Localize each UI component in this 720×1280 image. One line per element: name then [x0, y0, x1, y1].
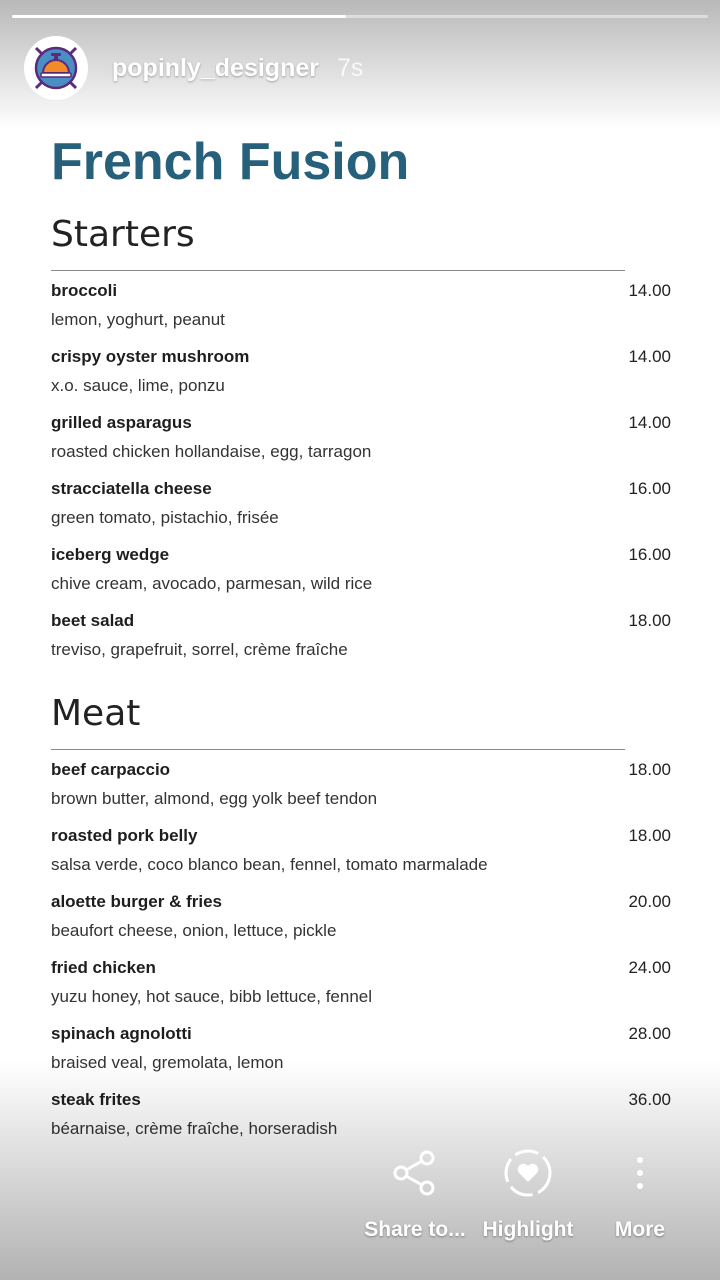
item-name: steak frites	[51, 1090, 141, 1109]
item-name: beef carpaccio	[51, 760, 171, 779]
item-description: beaufort cheese, onion, lettuce, pickle	[51, 921, 337, 940]
item-name: aloette burger & fries	[51, 892, 222, 911]
menu-item: crispy oyster mushroom 14.00 x.o. sauce, l…	[51, 337, 671, 403]
menu-title: French Fusion	[51, 133, 410, 191]
highlight-label: Highlight	[482, 1218, 574, 1241]
story-timestamp: 7s	[336, 53, 364, 82]
item-name: crispy oyster mushroom	[51, 347, 250, 366]
item-price: 18.00	[628, 611, 671, 630]
item-name: broccoli	[51, 281, 118, 300]
item-description: chive cream, avocado, parmesan, wild ric…	[51, 574, 373, 593]
item-description: salsa verde, coco blanco bean, fennel, t…	[51, 855, 488, 874]
menu-section: Meat beef carpaccio 18.00 brown butter, alm…	[51, 689, 671, 1146]
item-price: 20.00	[628, 892, 671, 911]
share-icon	[390, 1140, 440, 1206]
item-name: beet salad	[51, 611, 135, 630]
item-description: brown butter, almond, egg yolk beef tend…	[51, 789, 378, 808]
section-title: Starters	[51, 214, 195, 255]
item-description: braised veal, gremolata, lemon	[51, 1053, 284, 1072]
story-progress-fill	[12, 15, 347, 18]
menu-item: aloette burger & fries 20.00 beaufort chee…	[51, 882, 671, 948]
item-price: 24.00	[628, 958, 671, 977]
more-button[interactable]: More	[575, 1140, 705, 1242]
item-price: 16.00	[628, 545, 671, 564]
menu-item: iceberg wedge 16.00 chive cream, avocado, …	[51, 535, 671, 601]
share-button[interactable]: Share to...	[350, 1140, 480, 1242]
item-name: grilled asparagus	[51, 413, 192, 432]
item-description: roasted chicken hollandaise, egg, tarrag…	[51, 442, 372, 461]
avatar[interactable]	[24, 36, 88, 100]
item-name: roasted pork belly	[51, 826, 198, 845]
item-description: green tomato, pistachio, frisée	[51, 508, 279, 527]
item-description: lemon, yoghurt, peanut	[51, 310, 225, 329]
item-name: stracciatella cheese	[51, 479, 212, 498]
story-progress-bar	[12, 15, 708, 18]
item-price: 16.00	[628, 479, 671, 498]
item-description: treviso, grapefruit, sorrel, crème fraîc…	[51, 640, 348, 659]
menu-item: beet salad 18.00 treviso, grapefruit, sorr…	[51, 601, 671, 667]
menu-item: grilled asparagus 14.00 roasted chicken ho…	[51, 403, 671, 469]
menu-item: fried chicken 24.00 yuzu honey, hot sauce,…	[51, 948, 671, 1014]
service-bell-icon	[34, 46, 78, 90]
section-title: Meat	[51, 693, 141, 734]
item-price: 36.00	[628, 1090, 671, 1109]
menu-item: beef carpaccio 18.00 brown butter, almond,…	[51, 750, 671, 816]
item-name: iceberg wedge	[51, 545, 170, 564]
item-description: x.o. sauce, lime, ponzu	[51, 376, 225, 395]
more-vertical-icon	[630, 1140, 650, 1206]
item-price: 14.00	[628, 413, 671, 432]
menu-content: French Fusion Starters broccoli 14.00 lemon…	[51, 130, 671, 1146]
item-price: 18.00	[628, 760, 671, 779]
item-price: 14.00	[628, 347, 671, 366]
menu-item: stracciatella cheese 16.00 green tomato, p…	[51, 469, 671, 535]
item-price: 28.00	[628, 1024, 671, 1043]
menu-item: roasted pork belly 18.00 salsa verde, coco…	[51, 816, 671, 882]
story-username[interactable]: popinly_designer	[112, 54, 319, 83]
highlight-button[interactable]: Highlight	[463, 1140, 593, 1242]
item-name: fried chicken	[51, 958, 156, 977]
item-price: 18.00	[628, 826, 671, 845]
item-description: béarnaise, crème fraîche, horseradish	[51, 1119, 338, 1138]
menu-section: Starters broccoli 14.00 lemon, yoghurt, pea…	[51, 210, 671, 667]
menu-item: spinach agnolotti 28.00 braised veal, grem…	[51, 1014, 671, 1080]
item-name: spinach agnolotti	[51, 1024, 192, 1043]
story-header: popinly_designer 7s	[24, 36, 363, 100]
more-label: More	[614, 1218, 666, 1241]
story-actions: Share to... Highlight More	[0, 1140, 720, 1260]
menu-item: broccoli 14.00 lemon, yoghurt, peanut	[51, 271, 671, 337]
menu-item: steak frites 36.00 béarnaise, crème fraîch…	[51, 1080, 671, 1146]
heart-icon	[500, 1140, 556, 1206]
item-description: yuzu honey, hot sauce, bibb lettuce, fen…	[51, 987, 373, 1006]
share-label: Share to...	[364, 1218, 466, 1241]
item-price: 14.00	[628, 281, 671, 300]
